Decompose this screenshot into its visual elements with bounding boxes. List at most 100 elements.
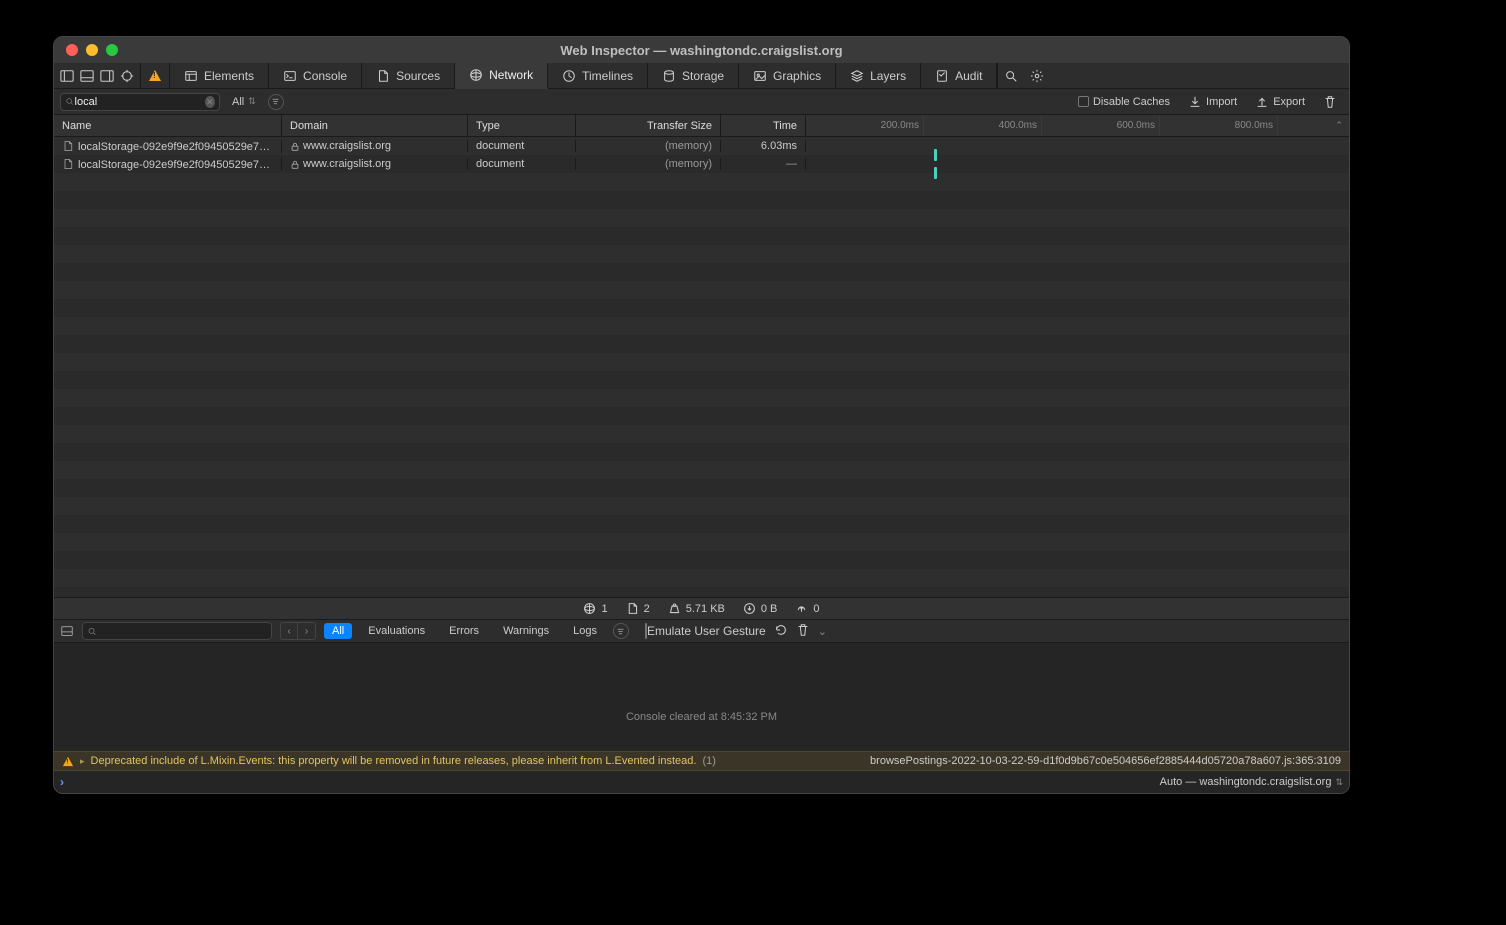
table-row[interactable]: localStorage-092e9f9e2f09450529e74… www.… — [54, 137, 1349, 155]
clear-network-button[interactable] — [1317, 95, 1343, 109]
lock-icon — [290, 159, 300, 169]
filter-icon — [65, 96, 75, 107]
tab-console[interactable]: Console — [269, 63, 362, 88]
tab-sources[interactable]: Sources — [362, 63, 455, 88]
sources-icon — [376, 69, 390, 83]
grouping-button[interactable] — [268, 94, 284, 110]
export-icon — [1255, 95, 1269, 109]
tab-elements[interactable]: Elements — [170, 63, 269, 88]
execution-context-select[interactable]: Auto — washingtondc.craigslist.org ⇅ — [1160, 776, 1343, 788]
console-reload-button[interactable] — [774, 623, 788, 640]
stat-loaded: 0 B — [743, 602, 778, 615]
upload-icon — [795, 602, 808, 615]
col-time-header[interactable]: Time — [721, 115, 806, 136]
console-filter-wrapper[interactable] — [82, 622, 272, 640]
timelines-icon — [562, 69, 576, 83]
titlebar: Web Inspector — washingtondc.craigslist.… — [54, 37, 1349, 63]
console-body[interactable]: Console cleared at 8:45:32 PM — [54, 643, 1349, 751]
timeline-header[interactable]: 200.0ms 400.0ms 600.0ms 800.0ms — [806, 115, 1329, 136]
cell-type: document — [468, 158, 576, 170]
disclosure-triangle-icon[interactable]: ▸ — [80, 756, 85, 767]
trash-icon — [796, 623, 810, 637]
console-filter-input[interactable] — [97, 625, 267, 637]
console-drawer-icon[interactable] — [60, 624, 74, 638]
console-scope-button[interactable] — [613, 623, 629, 639]
tab-layers[interactable]: Layers — [836, 63, 921, 88]
col-type-header[interactable]: Type — [468, 115, 576, 136]
prev-result-button[interactable]: ‹ — [280, 622, 298, 640]
document-icon — [62, 140, 74, 152]
cell-type: document — [468, 140, 576, 152]
name-text: localStorage-092e9f9e2f09450529e74… — [78, 141, 276, 153]
dock-left-icon[interactable] — [60, 69, 74, 83]
next-result-button[interactable]: › — [298, 622, 316, 640]
dock-controls — [54, 63, 141, 88]
reload-icon — [774, 623, 788, 637]
scope-icon — [616, 627, 625, 636]
console-tab-errors[interactable]: Errors — [441, 623, 487, 639]
filter-scope-label: All — [232, 96, 244, 108]
filter-input-wrapper[interactable]: ✕ — [60, 93, 220, 111]
stat-transferred-value: 5.71 KB — [686, 603, 725, 615]
execution-context-label: Auto — washingtondc.craigslist.org — [1160, 776, 1332, 788]
tab-console-label: Console — [303, 69, 347, 83]
tick-200: 200.0ms — [881, 120, 919, 131]
main-tabs: Elements Console Sources Network Timelin… — [54, 63, 1349, 89]
chevron-down-icon: ⌄ — [818, 626, 827, 638]
gear-icon[interactable] — [1030, 69, 1044, 83]
import-button[interactable]: Import — [1182, 95, 1243, 109]
warning-icon — [63, 756, 73, 765]
weight-icon — [668, 602, 681, 615]
stat-requests: 1 — [583, 602, 607, 615]
search-icon[interactable] — [1004, 69, 1018, 83]
col-size-header[interactable]: Transfer Size — [576, 115, 721, 136]
network-rows[interactable]: localStorage-092e9f9e2f09450529e74… www.… — [54, 137, 1349, 597]
warning-source-link[interactable]: browsePostings-2022-10-03-22-59-d1f0d9b6… — [870, 755, 1341, 767]
tab-network[interactable]: Network — [455, 63, 548, 89]
stat-documents: 2 — [626, 602, 650, 615]
domain-text: www.craigslist.org — [303, 140, 391, 152]
dock-bottom-icon[interactable] — [80, 69, 94, 83]
chevron-up-icon: ⌃ — [1335, 120, 1343, 131]
element-picker-icon[interactable] — [120, 69, 134, 83]
col-domain-header[interactable]: Domain — [282, 115, 468, 136]
console-toolbar: ‹ › All Evaluations Errors Warnings Logs… — [54, 619, 1349, 643]
disable-caches-label: Disable Caches — [1093, 96, 1170, 108]
filter-scope-select[interactable]: All ⇅ — [226, 94, 262, 110]
checkbox-icon — [1078, 96, 1089, 107]
console-tab-logs[interactable]: Logs — [565, 623, 605, 639]
toggle-details-button[interactable]: ⌃ — [1329, 115, 1349, 136]
tab-audit[interactable]: Audit — [921, 63, 997, 88]
tab-layers-label: Layers — [870, 69, 906, 83]
console-warning-row[interactable]: ▸ Deprecated include of L.Mixin.Events: … — [54, 751, 1349, 771]
tab-storage[interactable]: Storage — [648, 63, 739, 88]
issue-indicators[interactable] — [141, 63, 170, 88]
globe-icon — [583, 602, 596, 615]
import-label: Import — [1206, 96, 1237, 108]
emulate-gesture-toggle[interactable]: Emulate User Gesture — [645, 624, 766, 638]
export-button[interactable]: Export — [1249, 95, 1311, 109]
clear-filter-button[interactable]: ✕ — [205, 96, 215, 108]
console-tab-warnings[interactable]: Warnings — [495, 623, 557, 639]
tab-timelines-label: Timelines — [582, 69, 633, 83]
search-icon — [87, 626, 97, 637]
console-clear-button[interactable] — [796, 623, 810, 640]
warning-count: (1) — [702, 755, 715, 767]
tab-graphics[interactable]: Graphics — [739, 63, 836, 88]
dock-right-icon[interactable] — [100, 69, 114, 83]
stat-transferred: 5.71 KB — [668, 602, 725, 615]
tick-600: 600.0ms — [1117, 120, 1155, 131]
tab-settings — [1024, 63, 1050, 88]
layers-icon — [850, 69, 864, 83]
table-row[interactable]: localStorage-092e9f9e2f09450529e74… www.… — [54, 155, 1349, 173]
tab-timelines[interactable]: Timelines — [548, 63, 648, 88]
disable-caches-toggle[interactable]: Disable Caches — [1072, 96, 1176, 108]
warnings-indicator-icon[interactable] — [149, 70, 161, 81]
console-collapse-button[interactable]: ⌄ — [818, 624, 827, 638]
console-tab-eval[interactable]: Evaluations — [360, 623, 433, 639]
console-input-row[interactable]: › Auto — washingtondc.craigslist.org ⇅ — [54, 771, 1349, 793]
console-tab-all[interactable]: All — [324, 623, 352, 639]
tab-network-label: Network — [489, 68, 533, 82]
filter-input[interactable] — [75, 96, 205, 108]
col-name-header[interactable]: Name — [54, 115, 282, 136]
